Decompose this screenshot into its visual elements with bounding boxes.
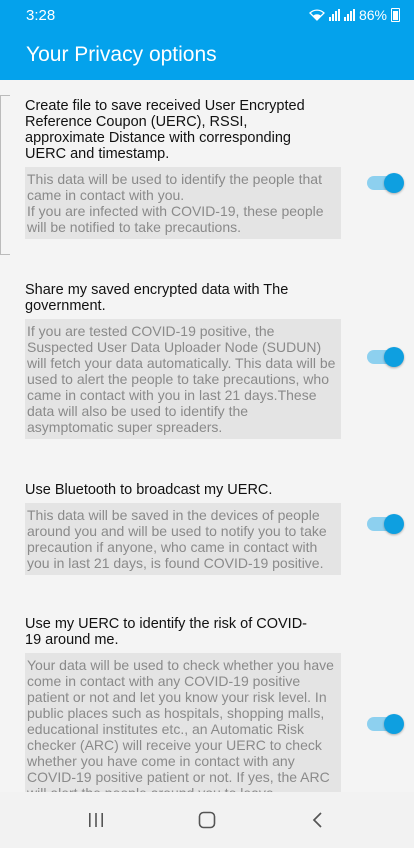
option-save-file: Create file to save received User Encryp… xyxy=(25,98,405,239)
back-button[interactable] xyxy=(298,800,338,840)
save-file-toggle[interactable] xyxy=(367,173,404,193)
signal-icon xyxy=(328,9,340,21)
share-government-toggle[interactable] xyxy=(367,347,404,367)
status-time: 3:28 xyxy=(26,6,56,24)
status-bar: 3:28 86% xyxy=(0,0,414,30)
recent-apps-button[interactable] xyxy=(76,800,116,840)
option-description: If you are tested COVID-19 positive, the… xyxy=(25,319,341,439)
home-button[interactable] xyxy=(187,800,227,840)
option-bluetooth-broadcast: Use Bluetooth to broadcast my UERC. This… xyxy=(25,482,405,575)
bluetooth-broadcast-toggle[interactable] xyxy=(367,514,404,534)
battery-percent: 86% xyxy=(358,7,387,23)
option-title: Use my UERC to identify the risk of COVI… xyxy=(25,616,308,648)
option-title: Create file to save received User Encryp… xyxy=(25,98,305,162)
toggle-knob xyxy=(384,714,404,734)
status-icons: 86% xyxy=(309,7,400,23)
scroll-indicator xyxy=(0,95,10,255)
option-share-government: Share my saved encrypted data with The g… xyxy=(25,282,405,439)
signal-icon-2 xyxy=(343,9,355,21)
option-risk-check: Use my UERC to identify the risk of COVI… xyxy=(25,616,405,792)
toggle-knob xyxy=(384,347,404,367)
toggle-knob xyxy=(384,514,404,534)
home-icon xyxy=(198,811,216,829)
battery-icon xyxy=(391,8,400,22)
option-title: Use Bluetooth to broadcast my UERC. xyxy=(25,482,273,498)
recent-apps-icon xyxy=(88,813,103,827)
options-list[interactable]: Create file to save received User Encryp… xyxy=(0,80,414,792)
app-bar: Your Privacy options xyxy=(0,30,414,80)
option-description: This data will be used to identify the p… xyxy=(25,167,341,239)
option-title: Share my saved encrypted data with The g… xyxy=(25,282,289,314)
back-icon xyxy=(313,812,322,828)
system-nav-bar xyxy=(0,792,414,848)
wifi-icon xyxy=(309,9,325,21)
option-description: This data will be saved in the devices o… xyxy=(25,503,341,575)
risk-check-toggle[interactable] xyxy=(367,714,404,734)
page-title: Your Privacy options xyxy=(26,43,217,66)
option-description: Your data will be used to check whether … xyxy=(25,653,341,792)
toggle-knob xyxy=(384,173,404,193)
